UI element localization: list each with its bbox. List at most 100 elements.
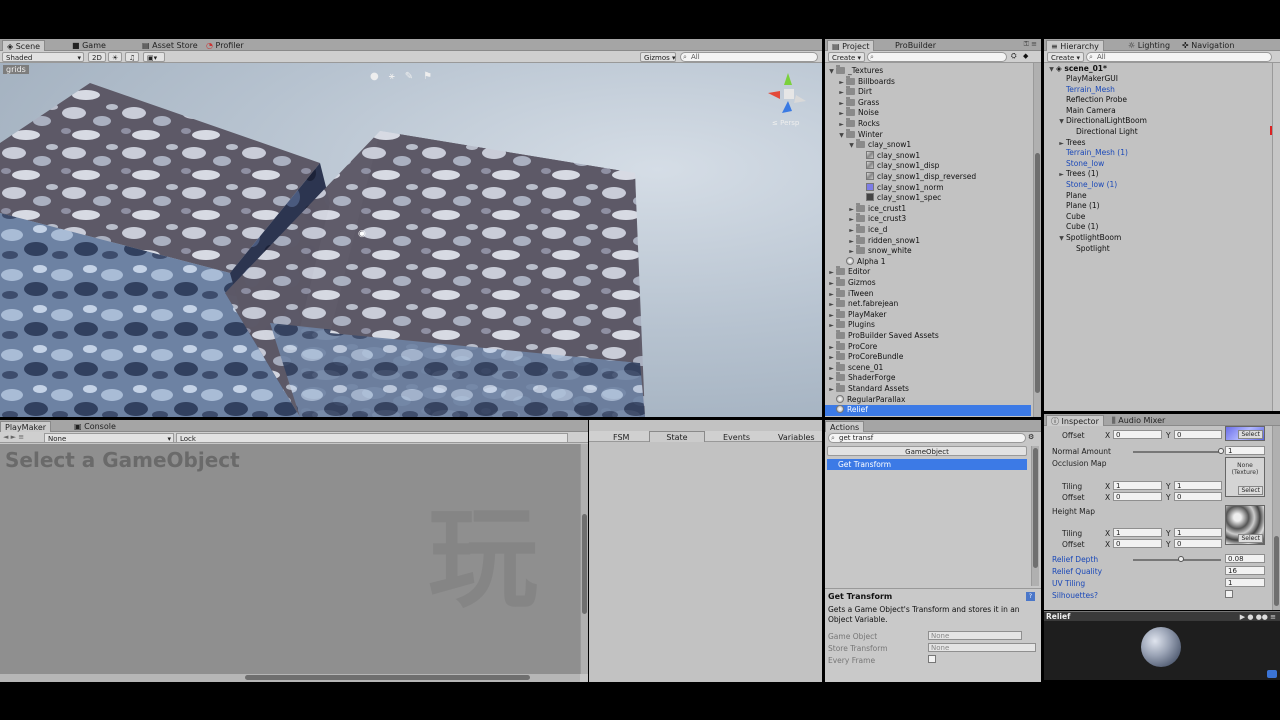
project-item[interactable]: ► Grass	[837, 96, 879, 109]
silhouettes-checkbox[interactable]	[1225, 590, 1233, 598]
occlusion-tiling-y[interactable]: 1	[1174, 481, 1222, 490]
audio-toggle-icon[interactable]: ♫	[125, 52, 140, 62]
project-item[interactable]: ► ProCore	[827, 340, 877, 353]
tab-audio-mixer[interactable]: ⫼ Audio Mixer	[1108, 415, 1169, 426]
scroll-thumb[interactable]	[582, 514, 587, 614]
tab-variables[interactable]: Variables	[774, 432, 819, 443]
hierarchy-item[interactable]: Cube	[1057, 212, 1085, 223]
chevron-down-icon[interactable]: ▼	[837, 131, 846, 142]
project-item[interactable]: Alpha 1	[837, 256, 885, 268]
project-item[interactable]: Relief	[825, 405, 1031, 416]
fsm-graph-canvas[interactable]: Select a GameObject 玩	[0, 444, 580, 674]
relief-depth-slider[interactable]	[1133, 559, 1221, 561]
hierarchy-item[interactable]: Plane (1)	[1057, 201, 1100, 212]
height-offset-y[interactable]: 0	[1174, 539, 1222, 548]
bones-icon[interactable]: ⚹	[389, 71, 405, 82]
inspector-scrollbar[interactable]	[1272, 426, 1280, 610]
settings-gear-icon[interactable]: ⚙	[1028, 433, 1034, 441]
project-item[interactable]: ► Standard Assets	[827, 383, 909, 395]
scroll-thumb[interactable]	[1274, 536, 1279, 606]
project-item[interactable]: RegularParallax	[827, 394, 905, 406]
hierarchy-item[interactable]: Reflection Probe	[1057, 95, 1127, 106]
tab-profiler[interactable]: ◔ Profiler	[202, 40, 248, 51]
tab-events[interactable]: Events	[719, 432, 754, 443]
chevron-down-icon[interactable]: ▼	[827, 67, 836, 78]
shading-dropdown[interactable]: Shaded ▾	[2, 52, 84, 62]
tab-actions[interactable]: Actions	[825, 421, 865, 432]
hierarchy-item[interactable]: PlayMakerGUI	[1057, 74, 1118, 85]
normal-amount-input[interactable]: 1	[1225, 446, 1265, 455]
effects-dropdown-icon[interactable]: ▣▾	[143, 52, 165, 62]
tab-game[interactable]: ■ Game	[68, 40, 110, 51]
project-item[interactable]: clay_snow1	[857, 150, 920, 162]
project-item[interactable]: ► Rocks	[837, 118, 880, 130]
hierarchy-item[interactable]: Terrain_Mesh (1)	[1057, 148, 1128, 159]
relief-quality-input[interactable]: 16	[1225, 566, 1265, 575]
project-item[interactable]: ► iTween	[827, 287, 874, 300]
hierarchy-item[interactable]: Plane	[1057, 191, 1087, 202]
tab-asset-store[interactable]: ▤ Asset Store	[138, 40, 202, 51]
occlusion-offset-x[interactable]: 0	[1113, 492, 1162, 501]
store-transform-field[interactable]: None	[928, 643, 1036, 652]
tab-lighting[interactable]: ☼ Lighting	[1124, 40, 1174, 51]
normal-amount-slider[interactable]	[1133, 451, 1221, 453]
scene-viewport[interactable]: grids ●⚹✎⚑ ◉ ≤ Persp	[0, 63, 822, 417]
tab-state[interactable]: State	[649, 431, 705, 442]
hierarchy-item[interactable]: Spotlight	[1067, 244, 1110, 255]
height-offset-x[interactable]: 0	[1113, 539, 1162, 548]
lock-menu-icon[interactable]: ⚿ ≡	[1024, 40, 1037, 49]
material-preview[interactable]	[1044, 621, 1280, 680]
hierarchy-item[interactable]: Stone_low (1)	[1057, 180, 1117, 191]
occlusion-tiling-x[interactable]: 1	[1113, 481, 1162, 490]
hierarchy-item[interactable]: Main Camera	[1057, 106, 1116, 117]
action-item-get-transform[interactable]: Get Transform	[827, 459, 1027, 470]
project-item[interactable]: ProBuilder Saved Assets	[827, 330, 939, 342]
gizmos-dropdown[interactable]: Gizmos ▾	[640, 52, 676, 62]
offset-y-input[interactable]: 0	[1174, 430, 1222, 439]
project-item[interactable]: ► snow_white	[847, 245, 912, 257]
hierarchy-item[interactable]: Stone_low	[1057, 159, 1104, 170]
brush-icon[interactable]: ✎	[405, 71, 423, 82]
tab-fsm[interactable]: FSM	[609, 432, 633, 443]
scene-root[interactable]: ▼ ◈ scene_01*	[1047, 64, 1107, 75]
hierarchy-item[interactable]: ▼ DirectionalLightBoom	[1057, 116, 1147, 127]
height-tiling-y[interactable]: 1	[1174, 528, 1222, 537]
scroll-thumb[interactable]	[1035, 153, 1040, 393]
tab-console[interactable]: ▣ Console	[70, 421, 120, 432]
tab-navigation[interactable]: ✜ Navigation	[1178, 40, 1238, 51]
project-item[interactable]: ► ice_d	[847, 224, 887, 236]
occlusion-map-slot[interactable]: None (Texture) Select	[1225, 457, 1265, 497]
category-gameobject[interactable]: GameObject	[827, 446, 1027, 456]
lock-toggle[interactable]: Lock	[176, 433, 568, 443]
actions-scrollbar[interactable]	[1031, 446, 1039, 586]
project-item[interactable]: ► Noise	[837, 107, 879, 119]
actions-search-input[interactable]: get transf	[828, 433, 1026, 443]
relief-depth-input[interactable]: 0.08	[1225, 554, 1265, 563]
2d-toggle[interactable]: 2D	[88, 52, 106, 62]
select-button[interactable]: Select	[1238, 430, 1263, 439]
tab-probuilder[interactable]: ProBuilder	[891, 40, 940, 51]
scene-search-input[interactable]: All	[680, 52, 818, 62]
game-object-field[interactable]: None	[928, 631, 1022, 640]
occlusion-offset-y[interactable]: 0	[1174, 492, 1222, 501]
graph-scrollbar-v[interactable]	[580, 444, 588, 674]
hierarchy-scrollbar[interactable]	[1272, 63, 1280, 411]
graph-scrollbar-h[interactable]	[0, 674, 580, 682]
project-create-button[interactable]: Create ▾	[828, 52, 866, 62]
project-item[interactable]: ► Gizmos	[827, 277, 876, 289]
select-button[interactable]: Select	[1238, 486, 1263, 495]
every-frame-checkbox[interactable]	[928, 655, 936, 663]
nav-arrows-icon[interactable]: ◄ ► ≡	[3, 433, 24, 441]
tab-scene[interactable]: ◈ Scene	[2, 40, 46, 51]
tag-icon[interactable]: ◆	[1023, 52, 1028, 60]
select-button[interactable]: Select	[1238, 534, 1263, 543]
fsm-select-dropdown[interactable]: None ▾	[44, 433, 174, 443]
uv-tiling-input[interactable]: 1	[1225, 578, 1265, 587]
hierarchy-search-input[interactable]: All	[1086, 52, 1272, 62]
project-item[interactable]: ► Editor	[827, 266, 870, 278]
tab-inspector[interactable]: ⓘ Inspector	[1046, 415, 1104, 426]
project-search-input[interactable]	[867, 52, 1007, 62]
hierarchy-create-button[interactable]: Create ▾	[1047, 52, 1085, 62]
height-map-thumbnail[interactable]: Select	[1225, 505, 1265, 545]
chevron-down-icon[interactable]: ▼	[847, 141, 856, 152]
